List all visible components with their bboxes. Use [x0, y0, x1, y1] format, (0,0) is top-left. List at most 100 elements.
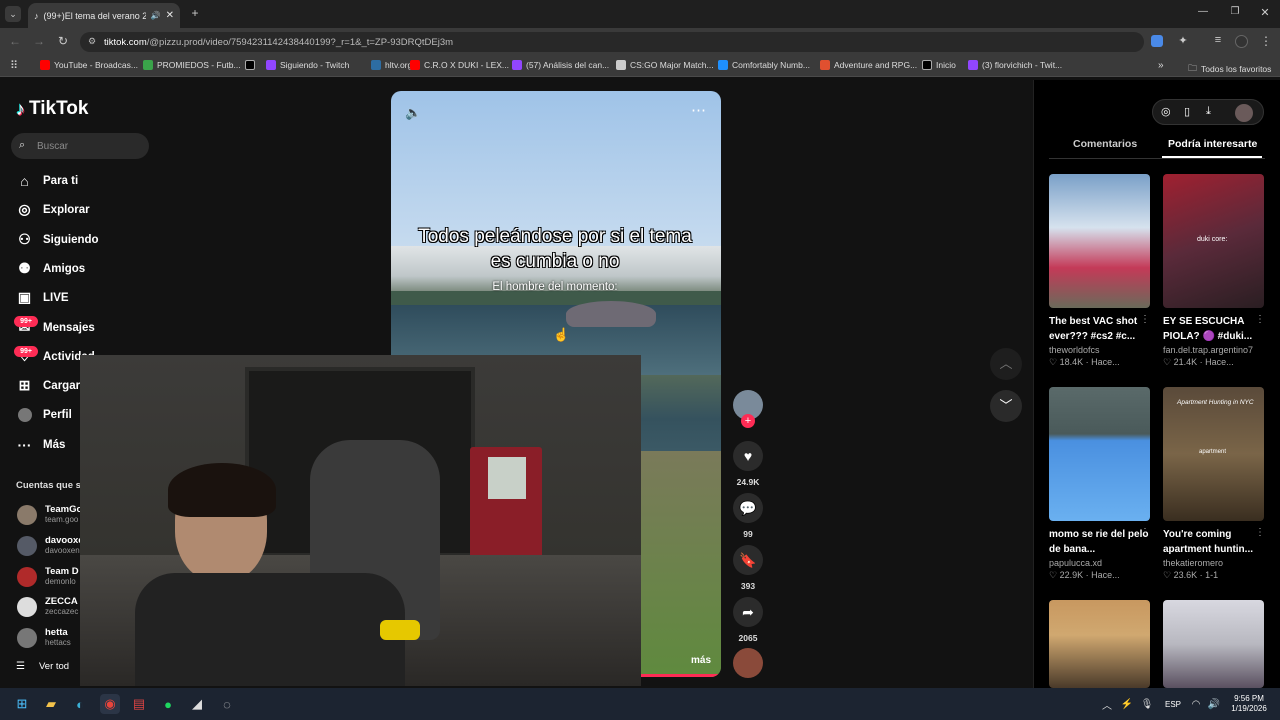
language-indicator[interactable]: ESP	[1160, 694, 1186, 714]
next-video-button[interactable]: ﹀	[990, 390, 1022, 422]
bookmark-item[interactable]: Inicio	[922, 60, 956, 70]
file-explorer-icon[interactable]: ▰	[41, 694, 61, 714]
nav-amigos[interactable]: ⚉ Amigos	[16, 260, 85, 277]
previous-video-button[interactable]: ︿	[990, 348, 1022, 380]
app-icon[interactable]: ▤	[129, 694, 149, 714]
search-input[interactable]: ⌕ Buscar	[11, 133, 149, 159]
share-button[interactable]: ➦ 2065	[733, 597, 763, 643]
comment-button[interactable]: 💬 99	[733, 493, 763, 539]
see-all-link[interactable]: ☰ Ver tod	[16, 661, 69, 672]
address-bar[interactable]: ⚙ tiktok.com/@pizzu.prod/video/759423114…	[80, 32, 1144, 52]
like-button[interactable]: ♥ 24.9K	[733, 441, 763, 487]
card-menu-icon[interactable]: ⋮	[1255, 527, 1265, 538]
volume-icon[interactable]: 🔊	[1204, 694, 1224, 714]
forward-icon[interactable]: →	[32, 34, 46, 48]
explore-icon[interactable]: ◎	[1161, 105, 1171, 118]
bookmark-item[interactable]: Siguiendo - Twitch	[266, 60, 349, 70]
bookmark-item[interactable]	[245, 60, 255, 70]
browser-menu-icon[interactable]: ⋮	[1260, 34, 1272, 48]
tray-app-icon[interactable]: ⚡	[1117, 694, 1137, 714]
suggested-card[interactable]: momo se rie del pelo de bana... papulucc…	[1049, 387, 1150, 581]
tray-overflow-icon[interactable]: ︿	[1097, 694, 1117, 714]
card-likes: 18.4K	[1059, 357, 1084, 367]
windows-start-icon[interactable]: ⊞	[12, 694, 32, 714]
tiktok-logo[interactable]: ♪ TikTok	[16, 98, 88, 120]
new-tab-icon[interactable]: +	[188, 6, 202, 20]
music-disc[interactable]	[733, 648, 763, 678]
suggested-card[interactable]: The best VAC shot ever??? #cs2 #c... the…	[1049, 174, 1150, 368]
all-bookmarks[interactable]: 🗀 Todos los favoritos	[1188, 61, 1271, 77]
nav-live[interactable]: ▣ LIVE	[16, 289, 69, 306]
nav-explorar[interactable]: ◎ Explorar	[16, 201, 89, 218]
more-link[interactable]: más	[691, 655, 711, 666]
account-item[interactable]: Team Ddemonlo	[17, 566, 79, 587]
suggested-card[interactable]	[1163, 600, 1264, 688]
bookmark-item[interactable]: PROMIEDOS - Futb...	[143, 60, 241, 70]
bookmark-item[interactable]: CS:GO Major Match...	[616, 60, 714, 70]
app-icon[interactable]: ◌	[217, 694, 237, 714]
minimize-icon[interactable]: —	[1196, 6, 1210, 17]
account-item[interactable]: TeamGo team.goo	[17, 504, 82, 525]
bookmark-item[interactable]: C.R.O X DUKI - LEX...	[410, 60, 509, 70]
account-item[interactable]: ZECCA zeccazec	[17, 596, 78, 617]
chrome-icon[interactable]: ◉	[100, 694, 120, 714]
tab-active[interactable]: ♪ (99+)El tema del verano 20... 🔊 ✕	[28, 3, 180, 28]
suggested-card[interactable]	[1049, 600, 1150, 688]
media-controls-icon[interactable]: ≡	[1211, 34, 1225, 46]
download-icon[interactable]: ⤓	[1206, 105, 1211, 118]
window-close-icon[interactable]: ✕	[1258, 6, 1272, 19]
bookmark-favicon-icon	[40, 60, 50, 70]
extensions-icon[interactable]: ✦	[1176, 34, 1190, 47]
wifi-icon[interactable]: ◠	[1186, 694, 1206, 714]
bookmark-favicon-icon	[410, 60, 420, 70]
card-menu-icon[interactable]: ⋮	[1140, 314, 1150, 325]
suggested-card[interactable]: duki core: EY SE ESCUCHA PIOLA? 🟣 #duki.…	[1163, 174, 1264, 368]
profile-avatar-icon[interactable]	[1235, 35, 1248, 48]
mute-icon[interactable]: 🔈	[405, 105, 421, 121]
bookmark-item[interactable]: Comfortably Numb...	[718, 60, 810, 70]
edge-icon[interactable]: ◐	[70, 694, 90, 714]
microphone-icon[interactable]: 🎙	[1137, 694, 1157, 714]
bookmark-item[interactable]: (3) florvichich - Twit...	[968, 60, 1062, 70]
taskbar-clock[interactable]: 9:56 PM 1/19/2026	[1224, 694, 1274, 714]
bookmarks-overflow-icon[interactable]: »	[1158, 60, 1164, 71]
back-icon[interactable]: ←	[8, 34, 22, 48]
tab-list-icon[interactable]: ⌄	[5, 6, 21, 22]
bookmark-label: YouTube - Broadcas...	[54, 60, 138, 70]
suggested-card[interactable]: Apartment Hunting in NYC apartment You'r…	[1163, 387, 1264, 581]
like-count: 24.9K	[736, 477, 760, 487]
device-icon[interactable]: ▯	[1184, 105, 1190, 118]
bookmark-item[interactable]: Adventure and RPG...	[820, 60, 917, 70]
restore-icon[interactable]: ❐	[1228, 6, 1242, 17]
creator-avatar[interactable]: +	[733, 390, 763, 428]
account-item[interactable]: davooxe davooxen	[17, 535, 84, 556]
video-options-icon[interactable]: ⋯	[691, 101, 706, 119]
follow-plus-icon[interactable]: +	[741, 414, 755, 428]
tab-close-icon[interactable]: ✕	[166, 10, 174, 21]
apps-grid-icon[interactable]: ⠿	[8, 59, 20, 72]
bookmark-item[interactable]: YouTube - Broadcas...	[40, 60, 138, 70]
audio-icon[interactable]: 🔊	[151, 11, 161, 20]
friends-icon: ⚉	[18, 260, 31, 276]
reload-icon[interactable]: ↻	[56, 34, 70, 48]
card-menu-icon[interactable]: ⋮	[1255, 314, 1265, 325]
tab-title: (99+)El tema del verano 20...	[43, 10, 146, 21]
save-button[interactable]: 🔖 393	[733, 545, 763, 591]
card-menu-icon[interactable]: ⋮	[1140, 527, 1150, 538]
extension-app-icon[interactable]	[1151, 35, 1163, 47]
account-item[interactable]: hetta hettacs	[17, 627, 71, 648]
tab-suggested[interactable]: Podría interesarte	[1168, 138, 1257, 150]
following-icon: ⚇	[18, 231, 31, 247]
site-info-icon[interactable]: ⚙	[88, 36, 96, 47]
nav-mas[interactable]: ··· Más	[16, 436, 66, 453]
nav-perfil[interactable]: Perfil	[16, 406, 72, 423]
spotify-icon[interactable]: ●	[158, 694, 178, 714]
tab-comments[interactable]: Comentarios	[1073, 138, 1137, 150]
nav-siguiendo[interactable]: ⚇ Siguiendo	[16, 231, 98, 248]
bookmark-item[interactable]: (57) Análisis del can...	[512, 60, 609, 70]
obs-icon[interactable]: ◢	[187, 694, 207, 714]
bookmark-item[interactable]: hltv.org	[371, 60, 412, 70]
nav-para-ti[interactable]: ⌂ Para ti	[16, 172, 78, 189]
nav-cargar[interactable]: ⊞ Cargar	[16, 377, 80, 394]
avatar[interactable]	[1235, 104, 1253, 122]
